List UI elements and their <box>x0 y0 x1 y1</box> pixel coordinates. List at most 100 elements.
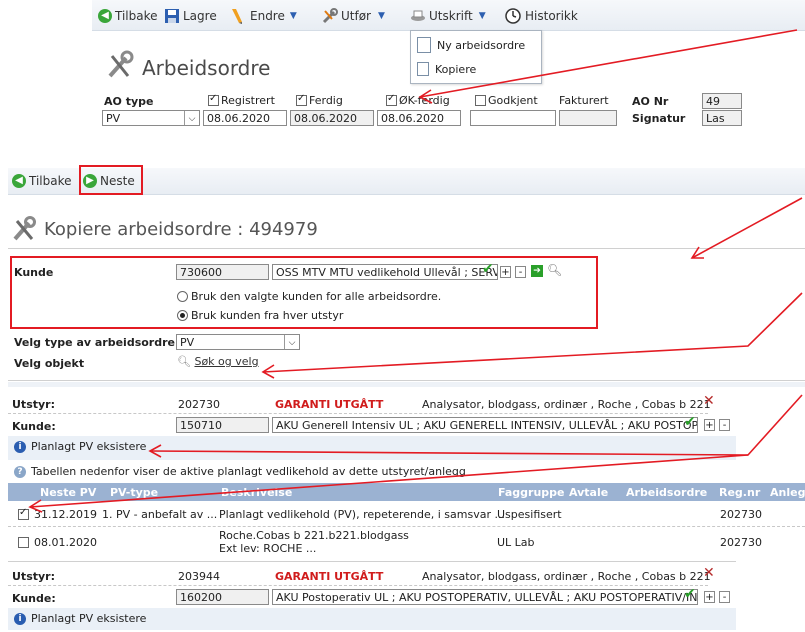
add-customer-button[interactable]: + <box>704 419 715 431</box>
registered-checkbox[interactable] <box>208 93 219 106</box>
pv-table-header: Neste PV PV-type Beskrivelse Faggruppe A… <box>8 483 805 501</box>
warranty-status: GARANTI UTGÅTT <box>275 398 384 411</box>
info-icon: i <box>14 612 26 625</box>
approved-field[interactable] <box>470 110 556 126</box>
column-header[interactable]: Anleg <box>770 486 805 499</box>
divider <box>8 380 805 381</box>
wrench-icon <box>322 8 338 24</box>
search-and-select-link[interactable]: 🔍︎ Søk og velg <box>177 355 259 368</box>
work-order-type-select[interactable]: PV ⌵ <box>176 334 300 350</box>
top-panel: ◀ Tilbake Lagre Endre ▼ Utfør ▼ Utskrift… <box>92 0 805 128</box>
finished-checkbox[interactable] <box>296 93 307 106</box>
registered-label: Registrert <box>221 94 275 107</box>
annotation-box-next <box>79 165 143 195</box>
arrowhead <box>261 364 275 379</box>
group-cell: Uspesifisert <box>497 508 562 521</box>
column-header[interactable]: Arbeidsordre <box>626 486 707 499</box>
table-row[interactable]: 08.01.2020 Roche.Cobas b 221.b221.blodga… <box>8 528 805 558</box>
go-arrow-icon[interactable]: ➔ <box>531 265 543 277</box>
save-button[interactable]: Lagre <box>164 3 217 29</box>
zoom-icon[interactable]: 🔍︎ <box>547 263 562 277</box>
delete-icon[interactable]: ✕ <box>703 565 715 581</box>
equipment-label: Utstyr: <box>12 570 55 583</box>
add-customer-button[interactable]: + <box>500 266 511 278</box>
invoiced-field[interactable] <box>559 110 617 126</box>
ao-nr-field[interactable]: 49 <box>702 93 742 109</box>
execute-label: Utfør <box>341 9 371 23</box>
finished-checkbox-group[interactable]: Ferdig <box>296 93 343 107</box>
delete-icon[interactable]: ✕ <box>703 393 715 409</box>
annotation-arrow-customer <box>691 197 803 259</box>
check-icon: ✔ <box>684 586 696 602</box>
radio-use-equipment-customer[interactable]: Bruk kunden fra hver utstyr <box>177 309 343 322</box>
row-divider <box>8 585 708 587</box>
customer-name-field[interactable]: OSS MTV MTU vedlikehold Ullevål ; SERVIC… <box>272 264 498 280</box>
execute-menu-button[interactable]: Utfør ▼ <box>322 3 385 29</box>
group-cell: UL Lab <box>497 536 535 549</box>
edit-menu-button[interactable]: Endre ▼ <box>230 3 297 29</box>
column-header[interactable]: Neste PV <box>40 486 96 499</box>
history-button[interactable]: Historikk <box>505 3 578 29</box>
top-back-button[interactable]: ◀ Tilbake <box>98 3 158 29</box>
next-pv-cell: 08.01.2020 <box>34 536 97 549</box>
equipment-id: 203944 <box>178 570 220 583</box>
column-header[interactable]: Beskrivelse <box>221 486 292 499</box>
clock-icon <box>505 8 521 24</box>
radio-button[interactable] <box>177 310 188 321</box>
registered-checkbox-group[interactable]: Registrert <box>208 93 275 107</box>
row-checkbox[interactable] <box>18 537 29 548</box>
menu-item-copy[interactable]: Kopiere <box>417 59 476 79</box>
main-back-label: Tilbake <box>29 174 72 188</box>
ao-type-select[interactable]: PV ⌵ <box>102 110 200 126</box>
column-header[interactable]: Faggruppe <box>498 486 565 499</box>
main-back-button[interactable]: ◀ Tilbake <box>12 168 72 194</box>
planned-pv-text: Planlagt PV eksistere <box>31 440 147 453</box>
chevron-down-icon: ▼ <box>289 11 297 21</box>
remove-customer-button[interactable]: - <box>719 591 730 603</box>
planned-pv-notice: i Planlagt PV eksistere <box>14 440 146 453</box>
chevron-down-icon: ⌵ <box>284 335 299 349</box>
customer-id-field[interactable]: 730600 <box>176 264 269 280</box>
finished-date-field[interactable]: 08.06.2020 <box>290 110 374 126</box>
column-header[interactable]: PV-type <box>110 486 158 499</box>
equipment-customer-id-field[interactable]: 160200 <box>176 589 269 605</box>
equipment-customer-id-field[interactable]: 150710 <box>176 417 269 433</box>
print-menu-button[interactable]: Utskrift ▼ <box>410 3 486 29</box>
row-divider <box>8 413 708 415</box>
remove-customer-button[interactable]: - <box>719 419 730 431</box>
print-label: Utskrift <box>429 9 473 23</box>
edit-label: Endre <box>250 9 285 23</box>
radio-button[interactable] <box>177 291 188 302</box>
radio-label: Bruk den valgte kunden for alle arbeidso… <box>191 290 442 303</box>
signature-field[interactable]: Las <box>702 110 742 126</box>
planned-pv-notice: i Planlagt PV eksistere <box>14 612 146 625</box>
description-cell: Planlagt vedlikehold (PV), repeterende, … <box>219 508 505 521</box>
ok-finished-date-field[interactable]: 08.06.2020 <box>377 110 461 126</box>
ok-finished-checkbox[interactable] <box>386 93 397 106</box>
row-checkbox[interactable] <box>18 507 29 520</box>
table-row[interactable]: 31.12.2019 1. PV - anbefalt av ... Planl… <box>8 503 805 525</box>
menu-item-new-work-order[interactable]: Ny arbeidsordre <box>417 35 525 55</box>
approved-label: Godkjent <box>488 94 538 107</box>
equipment-customer-name-field[interactable]: AKU Generell Intensiv UL ; AKU GENERELL … <box>272 417 698 433</box>
equipment-id: 202730 <box>178 398 220 411</box>
equipment-customer-name-field[interactable]: AKU Postoperativ UL ; AKU POSTOPERATIV, … <box>272 589 698 605</box>
back-arrow-icon: ◀ <box>98 9 112 23</box>
ok-finished-checkbox-group[interactable]: ØK-ferdig <box>386 93 450 107</box>
section-band <box>8 382 805 387</box>
radio-use-selected-customer[interactable]: Bruk den valgte kunden for alle arbeidso… <box>177 290 441 303</box>
column-header[interactable]: Avtale <box>569 486 608 499</box>
signature-label: Signatur <box>632 112 686 125</box>
invoiced-label: Fakturert <box>559 94 609 107</box>
add-customer-button[interactable]: + <box>704 591 715 603</box>
menu-item-label: Kopiere <box>435 62 477 76</box>
wrench-screwdriver-icon <box>108 50 134 78</box>
print-icon <box>411 10 425 21</box>
equipment-description: Analysator, blodgass, ordinær , Roche , … <box>422 570 711 583</box>
equipment-customer-label: Kunde: <box>12 420 56 433</box>
column-header[interactable]: Reg.nr <box>719 486 760 499</box>
approved-checkbox[interactable] <box>475 95 486 106</box>
remove-customer-button[interactable]: - <box>515 266 526 278</box>
approved-checkbox-group[interactable]: Godkjent <box>475 94 538 107</box>
registered-date-field[interactable]: 08.06.2020 <box>203 110 287 126</box>
